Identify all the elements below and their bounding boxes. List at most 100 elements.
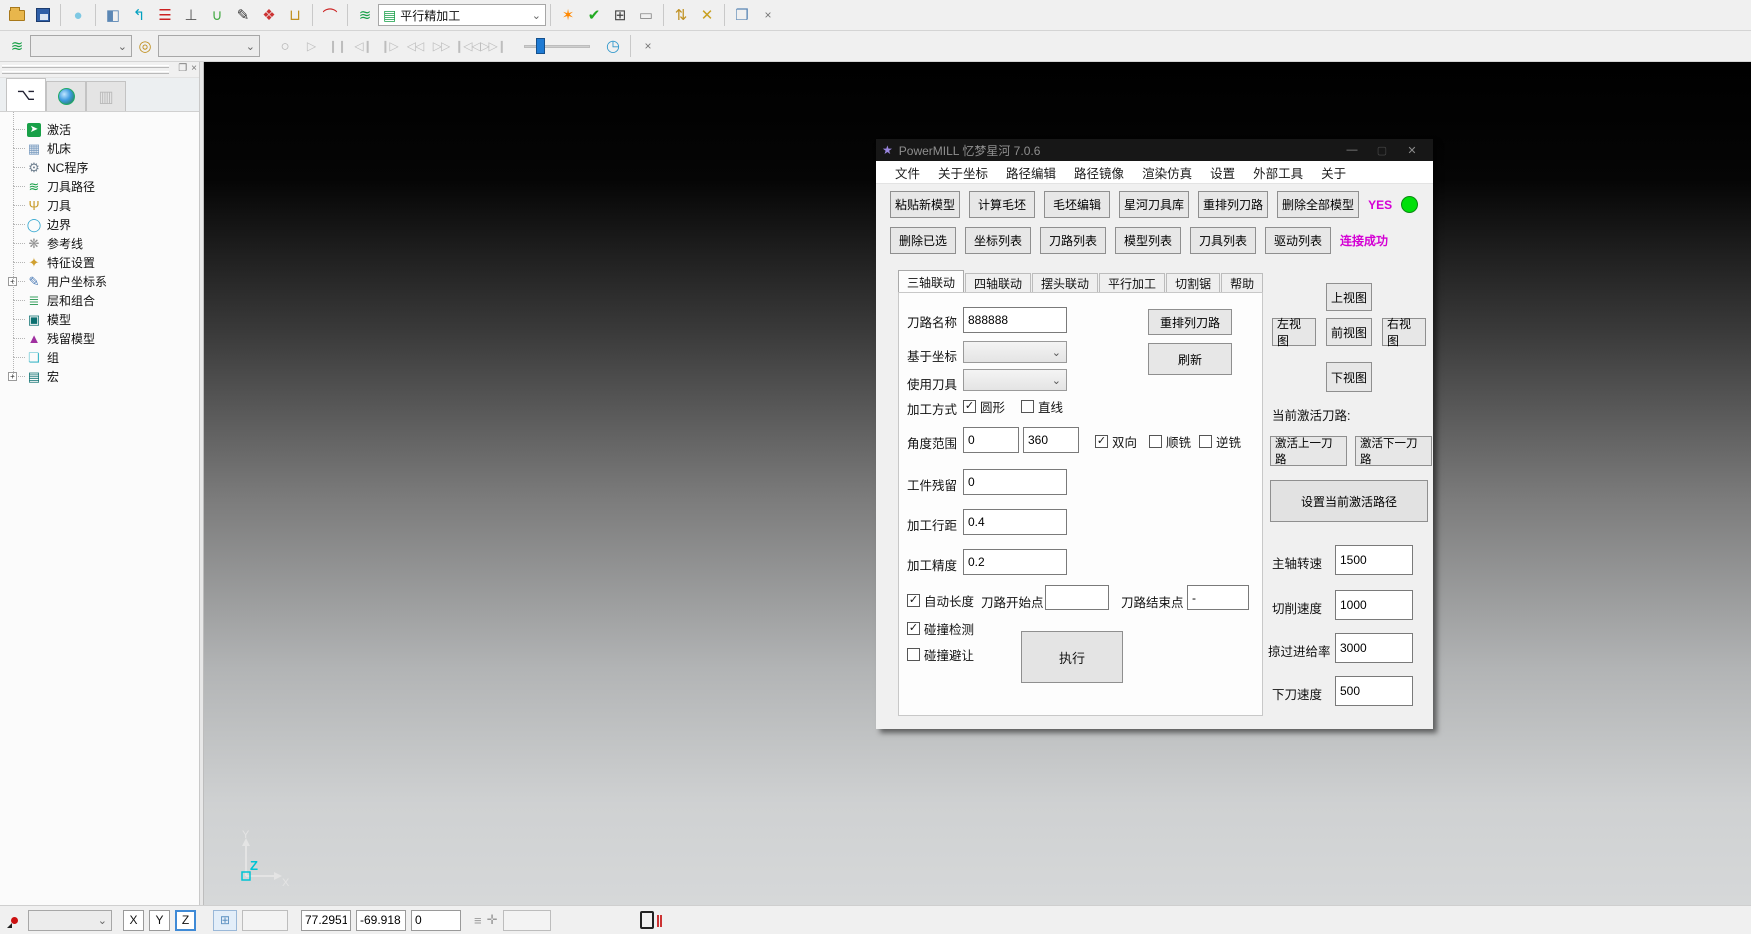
cutting-feed-input[interactable] — [1335, 590, 1413, 620]
calculator-button[interactable]: ⊞ — [607, 3, 633, 27]
find-tool-button[interactable]: ◎ — [132, 34, 158, 58]
tab-explorer-tree[interactable]: ⌥ — [6, 78, 46, 111]
tree-item-toolpaths[interactable]: ≋刀具路径 — [8, 177, 199, 196]
menu-path-edit[interactable]: 路径编辑 — [997, 163, 1065, 182]
close-toolbar-button[interactable]: × — [755, 3, 781, 27]
highlight-button[interactable]: ○ — [272, 34, 298, 58]
menu-coords[interactable]: 关于坐标 — [929, 163, 997, 182]
line-checkbox[interactable]: ✓直线 — [1021, 397, 1063, 416]
tolerance-input[interactable] — [963, 549, 1067, 575]
toolpath-list-button[interactable]: 刀路列表 — [1040, 227, 1106, 254]
grid-size-field[interactable] — [242, 910, 288, 931]
collision-check-checkbox[interactable]: ✓碰撞检测 — [907, 619, 974, 638]
stepover-input[interactable] — [963, 509, 1067, 535]
tree-item-nc-programs[interactable]: ⚙NC程序 — [8, 158, 199, 177]
tab-swivel-head[interactable]: 摆头联动 — [1032, 273, 1098, 293]
reorder-toolpaths-button[interactable]: 重排列刀路 — [1198, 191, 1268, 218]
menu-about[interactable]: 关于 — [1312, 163, 1355, 182]
tool-library-button[interactable]: 星河刀具库 — [1119, 191, 1189, 218]
coordinate-z-field[interactable] — [411, 910, 461, 931]
tab-3axis[interactable]: 三轴联动 — [898, 270, 964, 293]
tab-help[interactable]: 帮助 — [1221, 273, 1263, 293]
calc-block-button[interactable]: 计算毛坯 — [969, 191, 1035, 218]
tree-item-tools[interactable]: Ψ刀具 — [8, 196, 199, 215]
block-button[interactable]: ◧ — [100, 3, 126, 27]
delete-all-models-button[interactable]: 删除全部模型 — [1277, 191, 1359, 218]
go-to-start-button[interactable]: ❙◁◁ — [454, 34, 480, 58]
execute-button[interactable]: 执行 — [1021, 631, 1123, 683]
toolpath-button-2[interactable]: ≋ — [4, 34, 30, 58]
use-tool-dropdown[interactable]: ⌄ — [963, 369, 1067, 391]
menu-file[interactable]: 文件 — [886, 163, 929, 182]
tree-item-workplanes[interactable]: +✎用户坐标系 — [8, 272, 199, 291]
tree-item-levels[interactable]: ≣层和组合 — [8, 291, 199, 310]
skim-feed-input[interactable] — [1335, 633, 1413, 663]
collision-check-button[interactable]: ✶ — [555, 3, 581, 27]
verify-toolpath-button[interactable]: ✔ — [581, 3, 607, 27]
tree-item-macros[interactable]: +▤宏 — [8, 367, 199, 386]
tree-item-models[interactable]: ▣模型 — [8, 310, 199, 329]
tab-saw-cut[interactable]: 切割锯 — [1166, 273, 1220, 293]
simulation-toolpath-combobox[interactable]: ⌄ — [30, 35, 132, 57]
float-panel-icon[interactable]: ❐ — [178, 63, 187, 74]
delete-selected-button[interactable]: 删除已选 — [890, 227, 956, 254]
tab-recycle-bin[interactable]: ▥ — [86, 81, 126, 111]
workplane-field[interactable] — [503, 910, 551, 931]
play-button[interactable]: ▷ — [298, 34, 324, 58]
plunge-feed-input[interactable] — [1335, 676, 1413, 706]
coord-list-button[interactable]: 坐标列表 — [965, 227, 1031, 254]
view-right-button[interactable]: 右视图 — [1382, 318, 1426, 346]
axis-y-button[interactable]: Y — [149, 910, 170, 931]
circle-checkbox[interactable]: ✓圆形 — [963, 397, 1005, 416]
transform-button[interactable]: ✕ — [694, 3, 720, 27]
rewind-button[interactable]: ◁◁ — [402, 34, 428, 58]
arc-tool-button[interactable]: ⌒ — [317, 3, 343, 27]
bidirectional-checkbox[interactable]: ✓双向 — [1095, 432, 1137, 451]
tree-item-patterns[interactable]: ❋参考线 — [8, 234, 199, 253]
step-forward-button[interactable]: ❙▷ — [376, 34, 402, 58]
curve-editor-button[interactable]: ✎ — [230, 3, 256, 27]
dialog-titlebar[interactable]: ★ PowerMILL 忆梦星河 7.0.6 — ▢ ✕ — [876, 139, 1433, 161]
curve-u-button[interactable]: ∪ — [204, 3, 230, 27]
view-top-button[interactable]: 上视图 — [1326, 283, 1372, 311]
menu-external-tools[interactable]: 外部工具 — [1244, 163, 1312, 182]
fast-forward-button[interactable]: ▷▷ — [428, 34, 454, 58]
simulation-tool-combobox[interactable]: ⌄ — [158, 35, 260, 57]
view-front-button[interactable]: 前视图 — [1326, 318, 1372, 346]
panel-grip[interactable] — [2, 65, 169, 68]
snap-mode-combobox[interactable]: ⌄ — [28, 910, 112, 931]
toolpath-button[interactable]: ≋ — [352, 3, 378, 27]
activate-next-toolpath-button[interactable]: 激活下一刀路 — [1355, 436, 1432, 466]
tab-4axis[interactable]: 四轴联动 — [965, 273, 1031, 293]
coordinate-x-field[interactable] — [301, 910, 351, 931]
grid-toggle-button[interactable]: ⊞ — [213, 910, 237, 931]
tree-item-stock-models[interactable]: ▲残留模型 — [8, 329, 199, 348]
toolpath-name-input[interactable] — [963, 307, 1067, 333]
menu-path-mirror[interactable]: 路径镜像 — [1065, 163, 1133, 182]
tab-web[interactable] — [46, 81, 86, 111]
tool-ball-button[interactable]: ⊥ — [178, 3, 204, 27]
simulation-clock-button[interactable]: ◷ — [600, 34, 626, 58]
raster-strategy-button[interactable]: ☰ — [152, 3, 178, 27]
close-dialog-button[interactable]: ✕ — [1397, 144, 1427, 157]
view-left-button[interactable]: 左视图 — [1272, 318, 1316, 346]
pattern-points-button[interactable]: ❖ — [256, 3, 282, 27]
go-to-end-button[interactable]: ▷▷❙ — [480, 34, 506, 58]
activate-prev-toolpath-button[interactable]: 激活上一刀路 — [1270, 436, 1347, 466]
set-current-active-path-button[interactable]: 设置当前激活路径 — [1270, 480, 1428, 522]
tool-block-button[interactable]: ⊔ — [282, 3, 308, 27]
collision-avoid-checkbox[interactable]: ✓碰撞避让 — [907, 645, 974, 664]
simulation-speed-slider[interactable] — [524, 38, 590, 54]
point-snap-split-button[interactable] — [5, 910, 23, 930]
close-sim-toolbar-button[interactable]: × — [635, 34, 661, 58]
slider-handle[interactable] — [536, 38, 545, 54]
angle-from-input[interactable] — [963, 427, 1019, 453]
model-list-button[interactable]: 模型列表 — [1115, 227, 1181, 254]
spindle-speed-input[interactable] — [1335, 545, 1413, 575]
view-bottom-button[interactable]: 下视图 — [1326, 362, 1372, 392]
tree-item-groups[interactable]: ❏组 — [8, 348, 199, 367]
coordinate-y-field[interactable] — [356, 910, 406, 931]
leads-links-button[interactable]: ↰ — [126, 3, 152, 27]
axis-z-button[interactable]: Z — [175, 910, 196, 931]
open-project-button[interactable] — [4, 3, 30, 27]
